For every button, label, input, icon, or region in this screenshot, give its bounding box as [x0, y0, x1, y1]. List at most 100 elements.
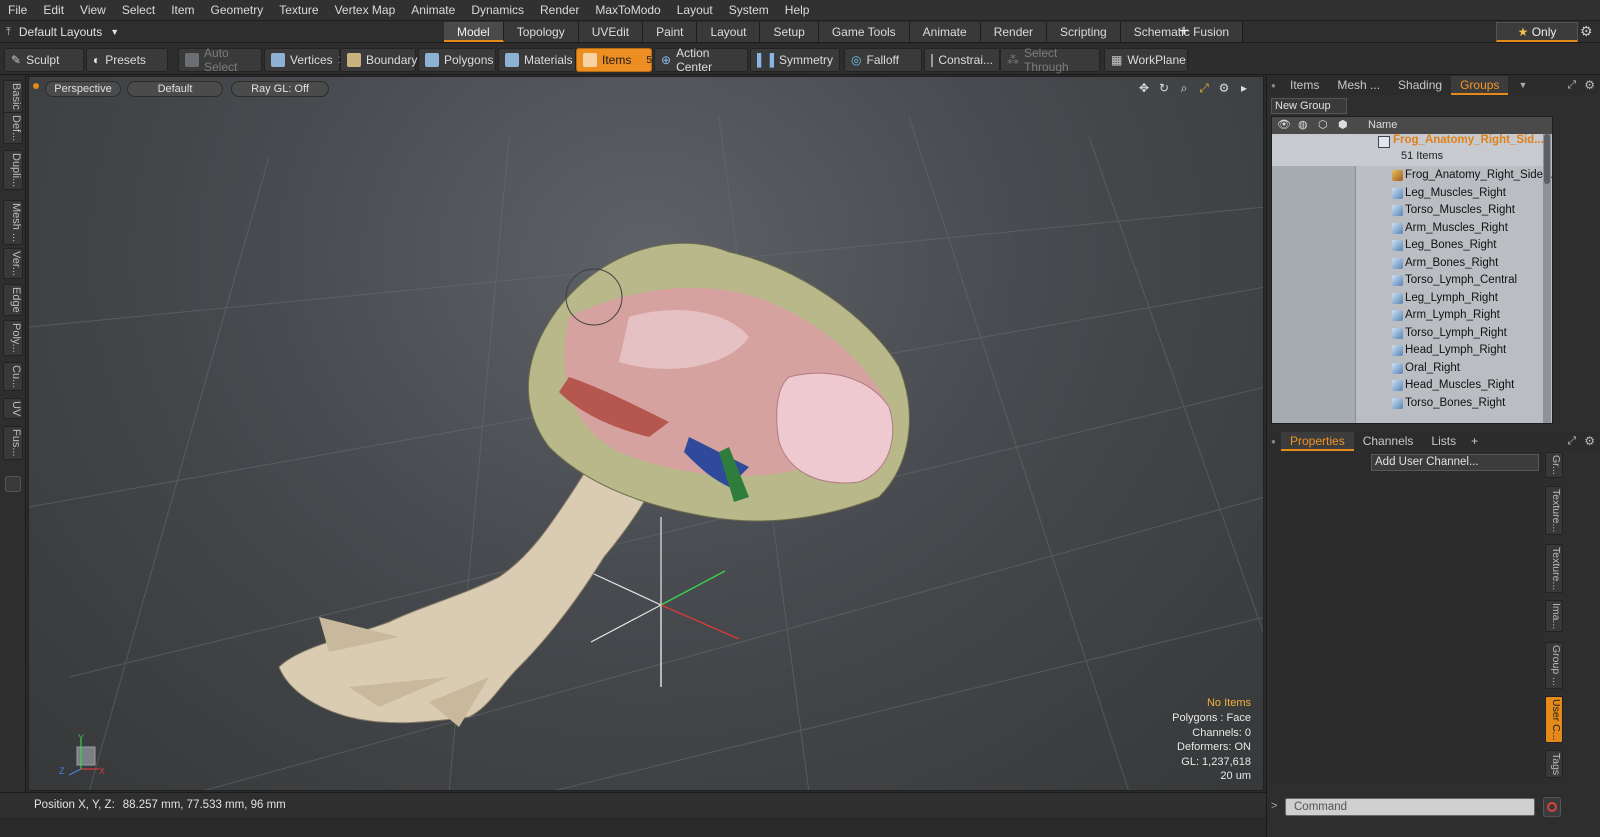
group-item-row[interactable]: Head_Lymph_Right	[1272, 342, 1552, 360]
panel-settings-icon[interactable]: ⚙	[1580, 432, 1599, 451]
tab-paint[interactable]: Paint	[643, 22, 698, 42]
gear-icon[interactable]: ⚙	[1580, 23, 1593, 40]
menu-select[interactable]: Select	[114, 0, 163, 21]
move-view-icon[interactable]: ✥	[1137, 81, 1151, 95]
render-icon[interactable]: ◍	[1298, 117, 1308, 134]
add-user-channel-button[interactable]: Add User Channel...	[1371, 454, 1539, 471]
vertices-button[interactable]: Vertices 1	[264, 48, 343, 72]
tab-texture-1[interactable]: Texture...	[1545, 486, 1563, 536]
group-item-row[interactable]: Leg_Bones_Right	[1272, 237, 1552, 255]
group-item-row[interactable]: Oral_Right	[1272, 360, 1552, 378]
tab-edge[interactable]: Edge	[3, 284, 23, 316]
tab-image[interactable]: Ima...	[1545, 600, 1563, 633]
boundary-button[interactable]: Boundary	[340, 48, 417, 72]
action-center-button[interactable]: ⊕ Action Center	[654, 46, 748, 74]
tab-user-channels[interactable]: User C...	[1545, 696, 1563, 744]
menu-dynamics[interactable]: Dynamics	[463, 0, 532, 21]
command-history-button[interactable]	[1543, 797, 1561, 817]
sculpt-button[interactable]: ✎ Sculpt	[4, 48, 84, 72]
auto-select-button[interactable]: Auto Select	[178, 46, 262, 74]
tab-lists[interactable]: Lists	[1422, 432, 1465, 451]
menu-animate[interactable]: Animate	[403, 0, 463, 21]
tab-scripting[interactable]: Scripting	[1047, 22, 1121, 42]
group-item-row[interactable]: Head_Muscles_Right	[1272, 377, 1552, 395]
items-button[interactable]: Items 5	[576, 48, 652, 72]
3d-viewport[interactable]: Y X Z Perspective Default Ray GL: Off ✥ …	[28, 76, 1264, 791]
tab-texture-2[interactable]: Texture...	[1545, 544, 1563, 594]
new-group-button[interactable]: New Group	[1271, 98, 1347, 114]
visibility-eye-icon[interactable]: 👁	[1277, 117, 1291, 134]
group-item-row[interactable]: Arm_Lymph_Right	[1272, 307, 1552, 325]
tab-topology[interactable]: Topology	[503, 22, 579, 42]
tab-render[interactable]: Render	[980, 22, 1048, 42]
menu-view[interactable]: View	[72, 0, 114, 21]
groups-scrollbar[interactable]	[1543, 134, 1551, 423]
tab-layout[interactable]: Layout	[697, 22, 761, 42]
menu-maxtomodo[interactable]: MaxToModo	[587, 0, 668, 21]
tab-properties[interactable]: Properties	[1281, 432, 1354, 451]
tab-game-tools[interactable]: Game Tools	[818, 22, 910, 42]
lock-icon[interactable]: ⬡	[1318, 117, 1328, 134]
menu-help[interactable]: Help	[777, 0, 818, 21]
shading-dropdown[interactable]: Default	[127, 81, 223, 97]
tab-group-2[interactable]: Group ...	[1545, 642, 1563, 689]
add-tab-icon[interactable]: +	[1174, 22, 1194, 42]
select-through-button[interactable]: ⁂ Select Through	[1000, 46, 1100, 74]
falloff-button[interactable]: ◎ Falloff	[844, 48, 922, 72]
menu-texture[interactable]: Texture	[271, 0, 326, 21]
maximize-icon[interactable]: ⤢	[1563, 76, 1580, 95]
group-item-row[interactable]: Leg_Lymph_Right	[1272, 290, 1552, 308]
tab-shading[interactable]: Shading	[1389, 76, 1451, 95]
menu-edit[interactable]: Edit	[35, 0, 72, 21]
tab-mesh[interactable]: Mesh ...	[3, 200, 23, 246]
fit-view-icon[interactable]: ⤢	[1197, 81, 1211, 95]
group-item-row[interactable]: Torso_Bones_Right	[1272, 395, 1552, 413]
panel-menu-dot[interactable]: ●	[1269, 432, 1281, 451]
symmetry-button[interactable]: ▌▐ Symmetry	[750, 48, 840, 72]
polygons-button[interactable]: Polygons	[418, 48, 496, 72]
menu-render[interactable]: Render	[532, 0, 587, 21]
menu-geometry[interactable]: Geometry	[203, 0, 272, 21]
materials-button[interactable]: Materials	[498, 48, 576, 72]
tab-items[interactable]: Items	[1281, 76, 1328, 95]
view-type-dropdown[interactable]: Perspective	[45, 81, 121, 97]
tab-duplicate[interactable]: Dupli...	[3, 150, 23, 191]
only-button[interactable]: ★ Only	[1496, 22, 1578, 42]
group-item-row[interactable]: Arm_Bones_Right	[1272, 255, 1552, 273]
constraints-button[interactable]: Constrai...	[924, 48, 1000, 72]
group-item-row[interactable]: Torso_Lymph_Right	[1272, 325, 1552, 343]
menu-layout[interactable]: Layout	[669, 0, 721, 21]
tab-group-side[interactable]: Gr...	[1545, 452, 1563, 478]
command-input[interactable]: Command	[1285, 798, 1535, 816]
group-root-row[interactable]: Frog_Anatomy_Right_Sid... 51 Items	[1272, 134, 1546, 166]
group-item-row[interactable]: Leg_Muscles_Right	[1272, 185, 1552, 203]
select-icon[interactable]: ⬢	[1338, 117, 1348, 134]
tab-uv[interactable]: UV	[3, 398, 23, 420]
expand-arrow-icon[interactable]: ▸	[1237, 81, 1251, 95]
tab-groups[interactable]: Groups	[1451, 76, 1509, 95]
tab-model[interactable]: Model	[444, 22, 504, 42]
menu-file[interactable]: File	[0, 0, 35, 21]
panel-menu-dot[interactable]: ●	[1269, 76, 1281, 95]
presets-button[interactable]: ◐ Presets	[86, 48, 168, 72]
expand-tabs-button[interactable]	[5, 476, 21, 492]
group-item-row[interactable]: Frog_Anatomy_Right_Side_...	[1272, 167, 1552, 185]
group-item-row[interactable]: Torso_Muscles_Right	[1272, 202, 1552, 220]
tab-mesh[interactable]: Mesh ...	[1328, 76, 1389, 95]
raygl-toggle[interactable]: Ray GL: Off	[231, 81, 329, 97]
maximize-icon[interactable]: ⤢	[1563, 432, 1580, 451]
tab-basic[interactable]: Basic	[3, 80, 23, 113]
tab-animate[interactable]: Animate	[909, 22, 981, 42]
workplane-button[interactable]: ▦ WorkPlane	[1104, 48, 1188, 72]
menu-item[interactable]: Item	[163, 0, 202, 21]
chevron-down-icon[interactable]: ▼	[1508, 76, 1537, 95]
tab-fusion[interactable]: Fus...	[3, 426, 23, 460]
menu-vertex-map[interactable]: Vertex Map	[327, 0, 404, 21]
panel-settings-icon[interactable]: ⚙	[1580, 76, 1599, 95]
tab-setup[interactable]: Setup	[760, 22, 819, 42]
tab-vertex[interactable]: Ver...	[3, 248, 23, 280]
viewport-settings-icon[interactable]: ⚙	[1217, 81, 1231, 95]
tab-polygon[interactable]: Poly...	[3, 320, 23, 356]
add-tab-icon[interactable]: +	[1465, 432, 1484, 451]
scrollbar-thumb[interactable]	[1544, 134, 1550, 184]
